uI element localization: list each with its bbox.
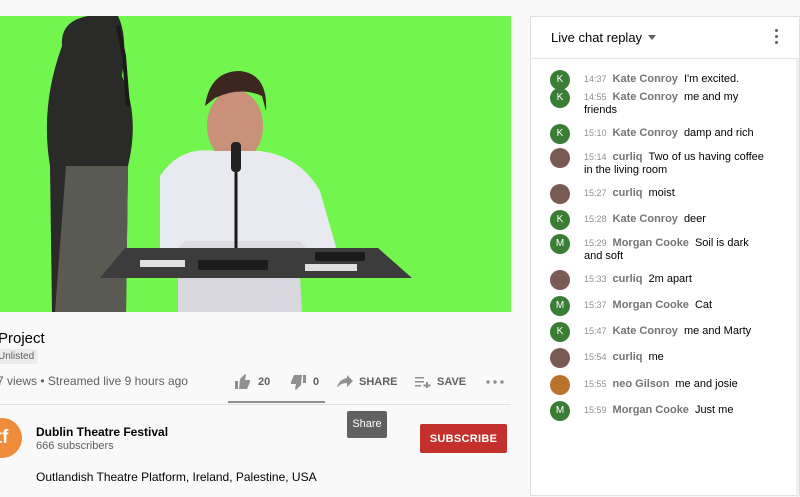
more-actions-button[interactable]: [486, 368, 504, 396]
message-author[interactable]: Morgan Cooke: [613, 404, 689, 416]
author-avatar[interactable]: [550, 184, 570, 204]
author-avatar[interactable]: K: [550, 70, 570, 90]
message-timestamp: 15:27: [584, 188, 607, 198]
chat-message: 15:54 curliq me: [550, 348, 764, 368]
video-player[interactable]: [0, 16, 511, 312]
message-author[interactable]: curliq: [613, 351, 643, 363]
video-frame: [46, 16, 412, 312]
author-avatar[interactable]: [550, 148, 570, 168]
message-timestamp: 15:37: [584, 300, 607, 310]
message-timestamp: 15:10: [584, 128, 607, 138]
message-timestamp: 15:33: [584, 274, 607, 284]
message-text: Cat: [694, 299, 713, 311]
thumbs-up-icon: [235, 374, 250, 389]
chat-message: M 15:37 Morgan Cooke Cat: [550, 296, 764, 316]
message-author[interactable]: Morgan Cooke: [613, 237, 689, 249]
message-author[interactable]: curliq: [613, 273, 643, 285]
message-author[interactable]: curliq: [613, 187, 643, 199]
message-text: me and josie: [675, 378, 738, 390]
message-text: moist: [648, 187, 675, 199]
message-author[interactable]: Kate Conroy: [613, 213, 678, 225]
author-avatar[interactable]: M: [550, 296, 570, 316]
live-chat-panel: Live chat replay K 14:37 Kate Conroy I'm ex…: [530, 16, 800, 497]
chat-message: 15:27 curliq moist: [550, 184, 764, 204]
message-author[interactable]: curliq: [613, 151, 643, 163]
author-avatar[interactable]: M: [550, 401, 570, 421]
message-timestamp: 15:14: [584, 152, 607, 162]
message-text: me and Marty: [683, 325, 752, 337]
author-avatar[interactable]: K: [550, 322, 570, 342]
share-arrow-icon: [337, 375, 353, 388]
thumbs-down-icon: [291, 375, 306, 390]
message-timestamp: 15:55: [584, 379, 607, 389]
share-label: SHARE: [359, 376, 398, 388]
message-timestamp: 15:54: [584, 352, 607, 362]
message-author[interactable]: Kate Conroy: [613, 325, 678, 337]
share-tooltip: Share: [347, 411, 387, 438]
divider: [0, 404, 511, 405]
author-avatar[interactable]: [550, 270, 570, 290]
message-author[interactable]: Kate Conroy: [613, 73, 678, 85]
message-author[interactable]: Kate Conroy: [613, 91, 678, 103]
visibility-badge: Unlisted: [0, 349, 39, 364]
message-author[interactable]: neo Gilson: [613, 378, 670, 390]
chat-message: K 14:37 Kate Conroy I'm excited.: [550, 70, 764, 90]
message-text: I'm excited.: [683, 73, 740, 85]
subscribe-button[interactable]: SUBSCRIBE: [420, 424, 507, 453]
message-timestamp: 14:55: [584, 92, 607, 102]
video-title: Project: [0, 330, 45, 347]
chat-header: Live chat replay: [531, 17, 799, 59]
dislike-count: 0: [313, 376, 320, 388]
message-text: 2m apart: [648, 273, 692, 285]
message-text: deer: [683, 213, 706, 225]
message-text: Two of us having coffee in the living ro…: [584, 151, 764, 176]
like-count: 20: [258, 376, 271, 388]
chat-mode-selector[interactable]: Live chat replay: [551, 30, 642, 45]
chat-message: M 15:29 Morgan Cooke Soil is dark and soft: [550, 234, 764, 263]
dislike-button[interactable]: 0: [289, 368, 319, 396]
chat-message: K 15:10 Kate Conroy damp and rich: [550, 124, 764, 144]
message-text: damp and rich: [683, 127, 754, 139]
chat-message: K 15:28 Kate Conroy deer: [550, 210, 764, 230]
message-author[interactable]: Morgan Cooke: [613, 299, 689, 311]
more-horizontal-icon: [486, 380, 504, 384]
chat-message: 15:33 curliq 2m apart: [550, 270, 764, 290]
subscriber-count: 666 subscribers: [36, 440, 114, 452]
save-button[interactable]: SAVE: [415, 368, 466, 396]
video-meta: 7 views • Streamed live 9 hours ago: [0, 374, 188, 388]
sentiment-bar: [228, 401, 325, 403]
message-timestamp: 15:47: [584, 326, 607, 336]
share-button[interactable]: SHARE: [337, 368, 398, 396]
chat-message: K 14:55 Kate Conroy me and my friends: [550, 88, 764, 117]
channel-name[interactable]: Dublin Theatre Festival: [36, 425, 168, 439]
author-avatar[interactable]: [550, 375, 570, 395]
message-text: Just me: [694, 404, 734, 416]
sentiment-bar-fill: [228, 401, 325, 403]
save-label: SAVE: [437, 376, 467, 388]
chat-message: K 15:47 Kate Conroy me and Marty: [550, 322, 764, 342]
author-avatar[interactable]: M: [550, 234, 570, 254]
message-author[interactable]: Kate Conroy: [613, 127, 678, 139]
chat-message: M 15:59 Morgan Cooke Just me: [550, 401, 764, 421]
author-avatar[interactable]: K: [550, 88, 570, 108]
chat-scrollbar[interactable]: [796, 59, 799, 497]
author-avatar[interactable]: K: [550, 210, 570, 230]
message-timestamp: 15:29: [584, 238, 607, 248]
author-avatar[interactable]: [550, 348, 570, 368]
playlist-add-icon: [415, 377, 431, 388]
message-timestamp: 15:28: [584, 214, 607, 224]
message-text: me: [648, 351, 664, 363]
message-timestamp: 15:59: [584, 405, 607, 415]
dropdown-caret-icon[interactable]: [648, 35, 657, 40]
chat-message: 15:55 neo Gilson me and josie: [550, 375, 764, 395]
message-timestamp: 14:37: [584, 74, 607, 84]
author-avatar[interactable]: K: [550, 124, 570, 144]
more-vertical-icon[interactable]: [775, 29, 779, 47]
chat-message: 15:14 curliq Two of us having coffee in th…: [550, 148, 764, 177]
like-button[interactable]: 20: [234, 368, 270, 396]
video-description: Outlandish Theatre Platform, Ireland, Pa…: [36, 470, 317, 484]
channel-avatar[interactable]: tf: [0, 418, 22, 458]
